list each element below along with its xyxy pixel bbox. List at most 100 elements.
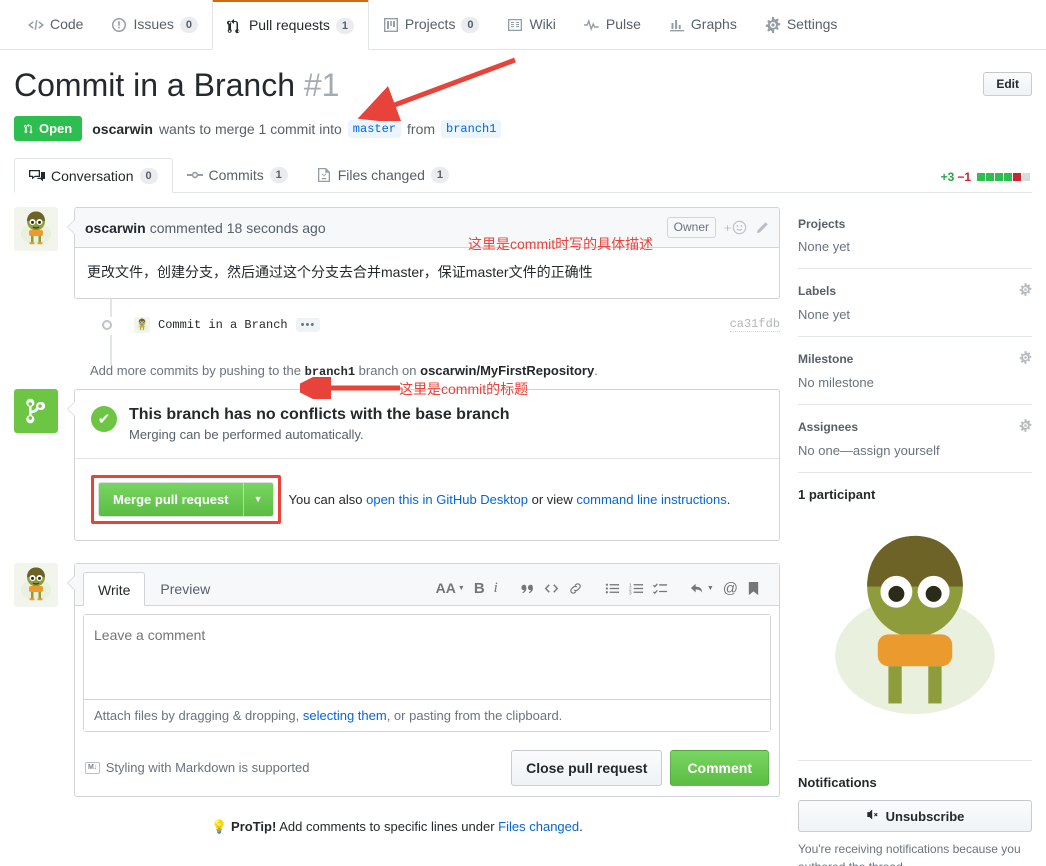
comment-input[interactable] — [84, 614, 770, 699]
comment-form-tabs: Write Preview AA ▼ B i 1 2 3 ▼ @ — [75, 563, 779, 606]
nav-tab-label: Pulse — [605, 16, 641, 32]
nav-tab-label: Code — [50, 16, 84, 32]
github-desktop-link[interactable]: open this in GitHub Desktop — [366, 492, 528, 507]
protip: 💡 ProTip! Add comments to specific lines… — [14, 819, 780, 849]
mute-icon — [866, 808, 880, 824]
command-line-instructions-link[interactable]: command line instructions — [576, 492, 726, 507]
comment-input-box: Attach files by dragging & dropping, sel… — [83, 613, 771, 732]
comment-discussion-icon — [29, 168, 45, 184]
bold-icon[interactable]: B — [474, 580, 485, 597]
commit-expand-button[interactable]: ••• — [295, 317, 321, 332]
code-icon[interactable] — [544, 581, 559, 596]
git-pull-request-icon — [226, 18, 243, 34]
ordered-list-icon[interactable]: 123 — [629, 581, 644, 596]
saved-replies-icon[interactable] — [747, 581, 760, 596]
add-reaction-icon[interactable]: + — [724, 220, 747, 235]
gear-icon[interactable] — [1019, 351, 1032, 367]
timeline-rail-bottom — [110, 334, 112, 365]
issue-opened-icon — [111, 17, 127, 33]
push-hint: Add more commits by pushing to the branc… — [90, 363, 780, 379]
nav-tab-wiki[interactable]: Wiki — [493, 0, 569, 49]
unsubscribe-button[interactable]: Unsubscribe — [798, 800, 1032, 833]
avatar[interactable] — [14, 562, 58, 607]
nav-tab-pull-requests[interactable]: Pull requests 1 — [211, 0, 369, 50]
heading-icon[interactable]: AA ▼ — [436, 580, 465, 596]
nav-tab-code[interactable]: Code — [14, 0, 97, 49]
merge-also-text: You can also open this in GitHub Desktop… — [289, 492, 731, 507]
italic-icon[interactable]: i — [494, 580, 498, 597]
sidebar-projects-title: Projects — [798, 217, 846, 232]
push-hint-repo: oscarwin/MyFirstRepository — [420, 362, 595, 378]
conversation-column: oscarwin commented 18 seconds ago Owner … — [14, 207, 780, 866]
tab-counter: 1 — [269, 167, 288, 184]
markdown-support-note[interactable]: M↓ Styling with Markdown is supported — [85, 760, 310, 775]
nav-tab-label: Projects — [404, 16, 456, 32]
merge-also-middle: or view — [531, 491, 573, 507]
mention-icon[interactable]: @ — [723, 580, 738, 597]
tab-label: Files changed — [337, 167, 425, 184]
base-branch-chip[interactable]: master — [347, 119, 402, 138]
pr-number: #1 — [303, 67, 340, 103]
merge-button-highlight: Merge pull request ▼ — [91, 474, 281, 524]
close-pull-request-button[interactable]: Close pull request — [511, 749, 663, 786]
nav-tab-label: Settings — [786, 16, 838, 32]
task-list-icon[interactable] — [652, 581, 668, 596]
unordered-list-icon[interactable] — [605, 581, 620, 596]
sidebar-milestone-value: No milestone — [798, 375, 874, 391]
commit-dot-icon — [102, 319, 112, 330]
tab-conversation[interactable]: Conversation 0 — [14, 158, 173, 194]
nav-tab-counter: 0 — [461, 16, 480, 33]
nav-tab-settings[interactable]: Settings — [751, 0, 852, 49]
nav-tab-projects[interactable]: Projects 0 — [369, 0, 494, 49]
sidebar-projects-header: Projects — [798, 217, 1032, 231]
nav-tab-pulse[interactable]: Pulse — [570, 0, 655, 49]
check-icon: ✔ — [91, 405, 117, 432]
avatar[interactable] — [14, 207, 58, 252]
merge-status: ✔ This branch has no conflicts with the … — [75, 390, 779, 458]
tab-commits[interactable]: Commits 1 — [173, 158, 302, 192]
tab-write[interactable]: Write — [83, 571, 146, 606]
sidebar-labels-title: Labels — [798, 284, 837, 299]
chevron-down-icon[interactable]: ▼ — [242, 482, 273, 516]
nav-tab-issues[interactable]: Issues 0 — [97, 0, 211, 49]
markdown-toolbar: AA ▼ B i 123 ▼ @ — [425, 580, 771, 605]
sidebar-milestone-header: Milestone — [798, 351, 1032, 367]
status-badge: Open — [14, 116, 83, 142]
merge-also-prefix: You can also — [288, 491, 363, 507]
reply-icon[interactable]: ▼ — [690, 581, 714, 596]
gear-icon[interactable] — [1019, 419, 1032, 435]
commit-sha[interactable]: ca31fdb — [729, 317, 780, 333]
tab-label: Conversation — [51, 167, 134, 184]
merge-pull-request-button[interactable]: Merge pull request ▼ — [98, 481, 274, 517]
merge-button-label: Merge pull request — [99, 482, 243, 516]
sidebar-projects-value: None yet — [798, 239, 851, 255]
avatar[interactable] — [134, 316, 150, 333]
comment-body: 更改文件，创建分支，然后通过这个分支去合并master，保证master文件的正… — [87, 263, 593, 280]
comment-author[interactable]: oscarwin — [85, 220, 146, 236]
head-branch-chip[interactable]: branch1 — [441, 119, 502, 138]
diffstat[interactable]: +3 −1 — [941, 170, 1030, 184]
tab-preview[interactable]: Preview — [145, 571, 225, 605]
pr-title-text: Commit in a Branch — [14, 67, 295, 103]
book-icon — [507, 17, 523, 33]
protip-files-changed-link[interactable]: Files changed — [498, 819, 579, 834]
git-commit-icon — [186, 167, 203, 183]
nav-tab-graphs[interactable]: Graphs — [655, 0, 751, 49]
gear-icon — [765, 16, 781, 33]
comment-button[interactable]: Comment — [670, 749, 769, 786]
pulse-icon — [583, 17, 600, 33]
diffstat-added: +3 — [940, 170, 955, 185]
tab-files-changed[interactable]: Files changed 1 — [302, 158, 463, 192]
quote-icon[interactable] — [520, 581, 535, 596]
pr-author[interactable]: oscarwin — [92, 121, 153, 137]
svg-text:3: 3 — [629, 590, 632, 595]
commit-message[interactable]: Commit in a Branch — [158, 318, 288, 332]
gear-icon[interactable] — [1019, 283, 1032, 299]
link-icon[interactable] — [568, 581, 583, 596]
avatar[interactable] — [798, 512, 1032, 747]
sidebar-assignees-value[interactable]: No one—assign yourself — [798, 443, 1032, 458]
edit-comment-icon[interactable] — [755, 221, 769, 235]
selecting-them-link[interactable]: selecting them — [303, 708, 387, 723]
edit-button[interactable]: Edit — [983, 72, 1032, 96]
sidebar-section-milestone: Milestone No milestone — [798, 351, 1032, 406]
